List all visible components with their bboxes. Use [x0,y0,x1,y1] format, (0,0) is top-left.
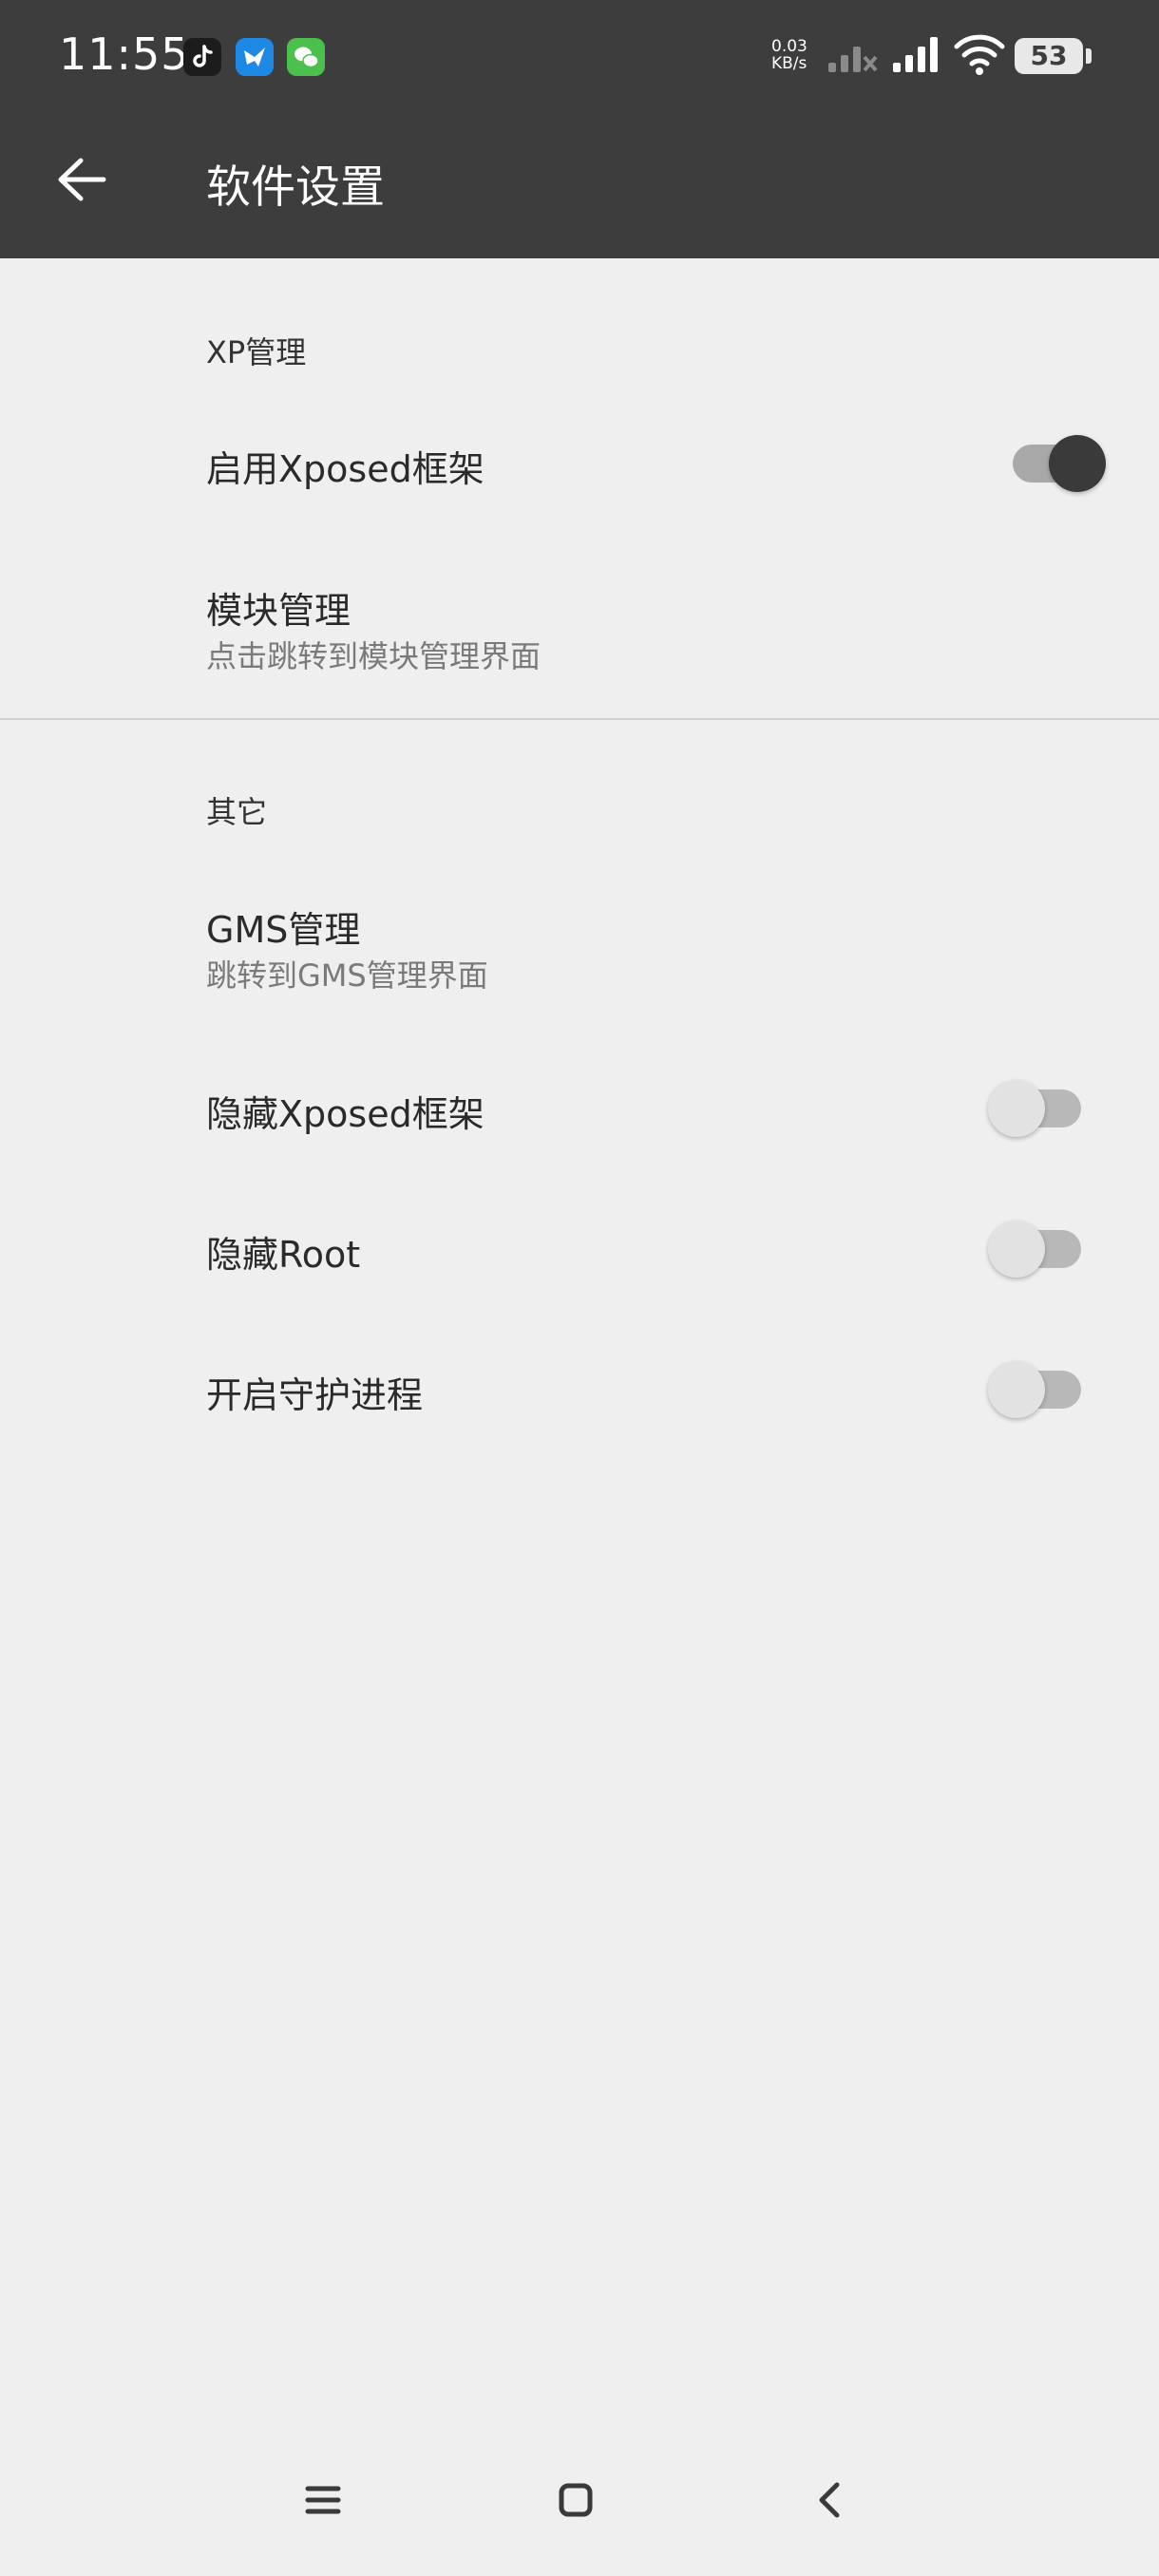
section-divider [0,718,1159,720]
battery-tip [1086,48,1092,64]
app-bar: 11:55 0.03 KB/s 53 软件设置 [0,0,1159,258]
setting-title: 隐藏Xposed框架 [206,1093,484,1135]
signal-sim2-icon [893,37,938,72]
setting-title: 隐藏Root [206,1234,361,1276]
section-header-other: 其它 [206,794,268,830]
back-button[interactable] [44,142,118,217]
status-time: 11:55 [59,28,190,80]
arrow-left-icon [58,158,106,201]
setting-title: 开启守护进程 [206,1374,424,1416]
home-icon[interactable] [555,2479,597,2521]
wifi-icon [954,34,1005,75]
network-speed-unit: KB/s [771,54,808,73]
daemon-switch[interactable] [988,1361,1081,1418]
setting-title: 模块管理 [206,590,352,632]
menu-icon[interactable] [302,2479,344,2521]
bird-icon [236,38,274,76]
switch-knob [988,1080,1045,1137]
switch-knob [988,1361,1045,1418]
tiktok-icon [183,38,221,76]
hide-xposed-switch[interactable] [988,1080,1081,1137]
hide-root-switch[interactable] [988,1221,1081,1278]
section-header-xp: XP管理 [206,334,307,370]
switch-knob [1049,435,1106,492]
switch-knob [988,1221,1045,1278]
setting-title: GMS管理 [206,909,361,951]
battery-indicator: 53 [1015,38,1083,74]
wechat-icon [287,38,325,76]
page-title: 软件设置 [206,161,385,214]
signal-sim1-icon [828,47,878,72]
network-speed: 0.03 KB/s [771,38,819,72]
setting-subtitle: 跳转到GMS管理界面 [206,957,488,994]
setting-title: 启用Xposed框架 [206,448,484,490]
enable-xposed-switch[interactable] [1013,435,1106,492]
setting-subtitle: 点击跳转到模块管理界面 [206,638,542,674]
network-speed-value: 0.03 [771,37,808,56]
nav-back-icon[interactable] [809,2479,851,2521]
